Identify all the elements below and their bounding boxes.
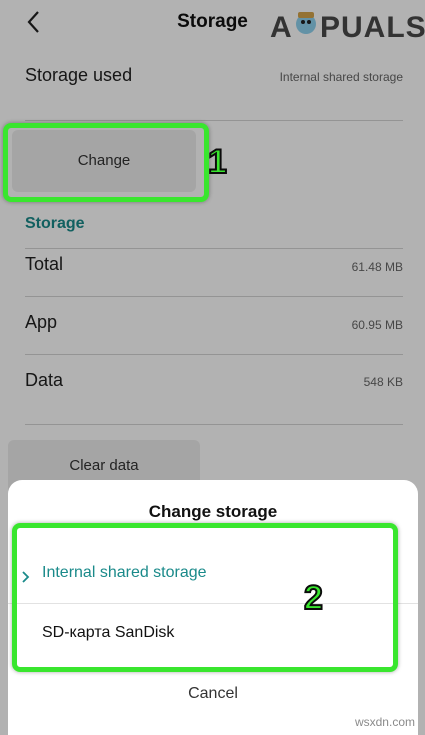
- annotation-box-2: [12, 523, 398, 672]
- dialog-title: Change storage: [148, 502, 278, 521]
- annotation-number-2: 2: [303, 578, 324, 618]
- watermark-text: wsxdn.com: [354, 715, 415, 729]
- annotation-box-1: [3, 123, 209, 202]
- cancel-button[interactable]: Cancel: [8, 685, 418, 703]
- annotation-number-1: 1: [207, 142, 228, 182]
